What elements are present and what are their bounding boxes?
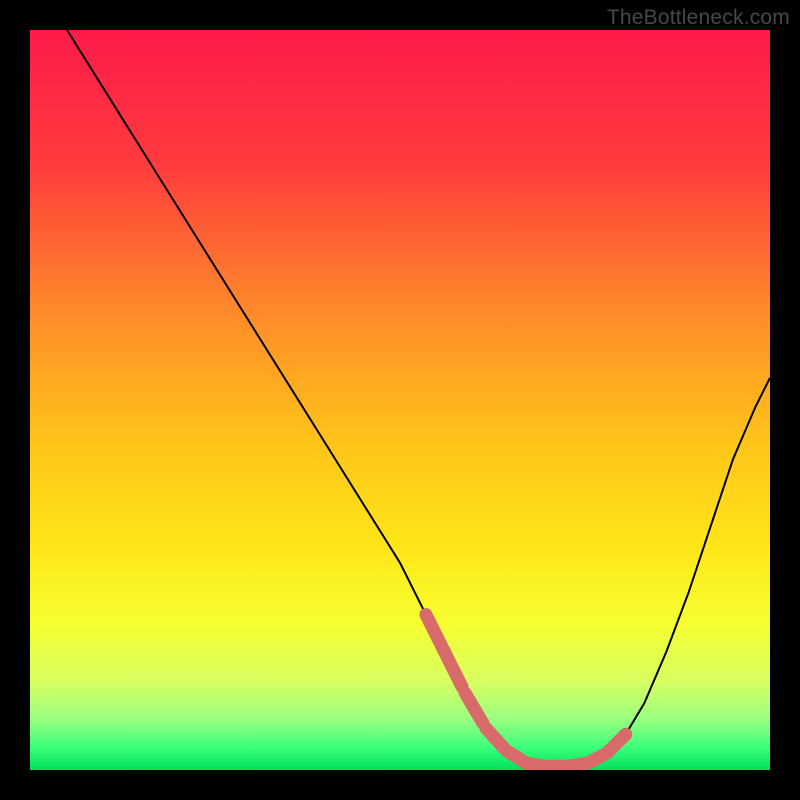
gradient-background	[30, 30, 770, 770]
chart-svg	[30, 30, 770, 770]
watermark-text: TheBottleneck.com	[607, 6, 790, 30]
plot-area	[30, 30, 770, 770]
chart-container: TheBottleneck.com	[0, 0, 800, 800]
